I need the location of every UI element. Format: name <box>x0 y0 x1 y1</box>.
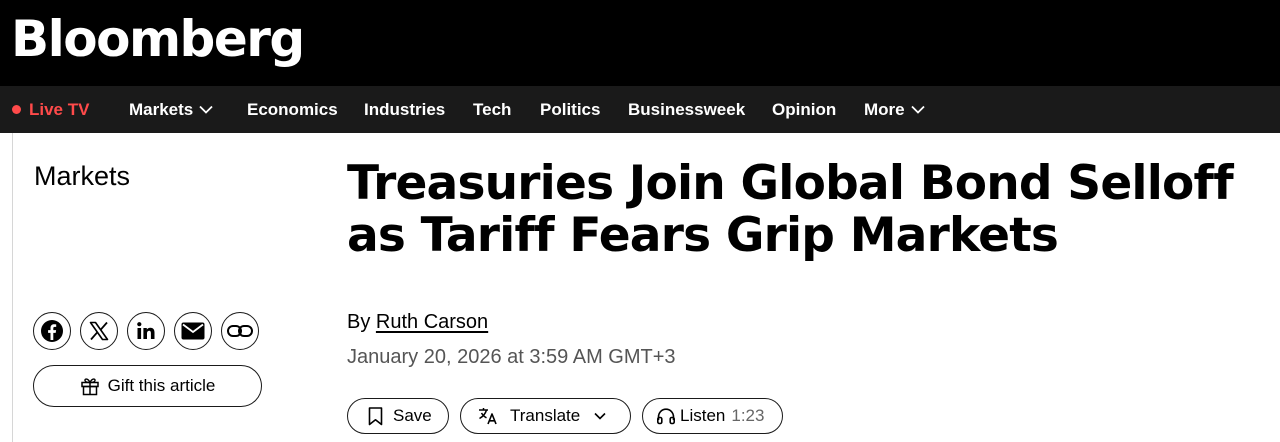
share-x-button[interactable] <box>80 312 118 350</box>
nav-item-opinion[interactable]: Opinion <box>772 86 836 133</box>
nav-item-label: Economics <box>247 100 338 119</box>
publish-date: January 20, 2026 at 3:59 AM GMT+3 <box>347 346 676 368</box>
bookmark-icon <box>368 406 383 425</box>
nav-item-politics[interactable]: Politics <box>540 86 600 133</box>
translate-label: Translate <box>510 406 581 425</box>
nav-item-label: Opinion <box>772 100 837 119</box>
nav-item-live-tv[interactable]: Live TV <box>12 86 89 133</box>
nav-item-label: Politics <box>540 100 601 119</box>
nav-item-markets[interactable]: Markets <box>129 86 213 133</box>
nav-item-more[interactable]: More <box>864 86 925 133</box>
section-label[interactable]: Markets <box>34 160 130 192</box>
gift-label: Gift this article <box>107 376 216 395</box>
nav-item-label: Industries <box>364 100 446 119</box>
share-facebook-button[interactable] <box>33 312 71 350</box>
nav-item-economics[interactable]: Economics <box>247 86 338 133</box>
chevron-down-icon <box>199 105 213 114</box>
gift-icon <box>80 378 99 396</box>
bloomberg-logo[interactable]: Bloomberg <box>11 8 305 70</box>
save-label: Save <box>393 406 432 425</box>
nav-item-industries[interactable]: Industries <box>364 86 445 133</box>
share-link-button[interactable] <box>221 312 259 350</box>
nav-item-label: More <box>864 100 905 119</box>
email-icon <box>181 322 205 340</box>
nav-item-label: Businessweek <box>628 100 746 119</box>
byline: By Ruth Carson <box>347 309 488 335</box>
nav-item-businessweek[interactable]: Businessweek <box>628 86 745 133</box>
left-divider <box>12 133 13 442</box>
main-nav: Live TV Markets Economics Industries Tec… <box>0 86 1280 133</box>
gift-article-button[interactable]: Gift this article <box>33 365 262 407</box>
listen-duration: 1:23 <box>731 406 765 425</box>
chevron-down-icon <box>910 105 925 114</box>
nav-item-label: Tech <box>473 100 512 119</box>
linkedin-icon <box>137 322 155 339</box>
save-button[interactable]: Save <box>347 398 449 434</box>
listen-button[interactable]: Listen 1:23 <box>642 398 783 434</box>
nav-item-label: Markets <box>129 100 194 119</box>
share-email-button[interactable] <box>174 312 212 350</box>
translate-icon <box>479 408 497 425</box>
live-dot-icon <box>12 105 21 114</box>
article-headline: Treasuries Join Global Bond Selloff as T… <box>347 156 1234 263</box>
listen-label: Listen <box>680 406 726 425</box>
top-bar: Bloomberg <box>0 0 1280 86</box>
link-icon <box>227 325 253 337</box>
nav-item-label: Live TV <box>29 100 90 119</box>
x-icon <box>89 321 109 341</box>
author-link[interactable]: Ruth Carson <box>376 311 488 333</box>
nav-item-tech[interactable]: Tech <box>473 86 511 133</box>
share-linkedin-button[interactable] <box>127 312 165 350</box>
chevron-down-icon <box>594 412 606 420</box>
translate-button[interactable]: Translate <box>460 398 631 434</box>
headphones-icon <box>656 408 675 425</box>
facebook-icon <box>41 320 63 342</box>
byline-prefix: By <box>347 311 371 333</box>
